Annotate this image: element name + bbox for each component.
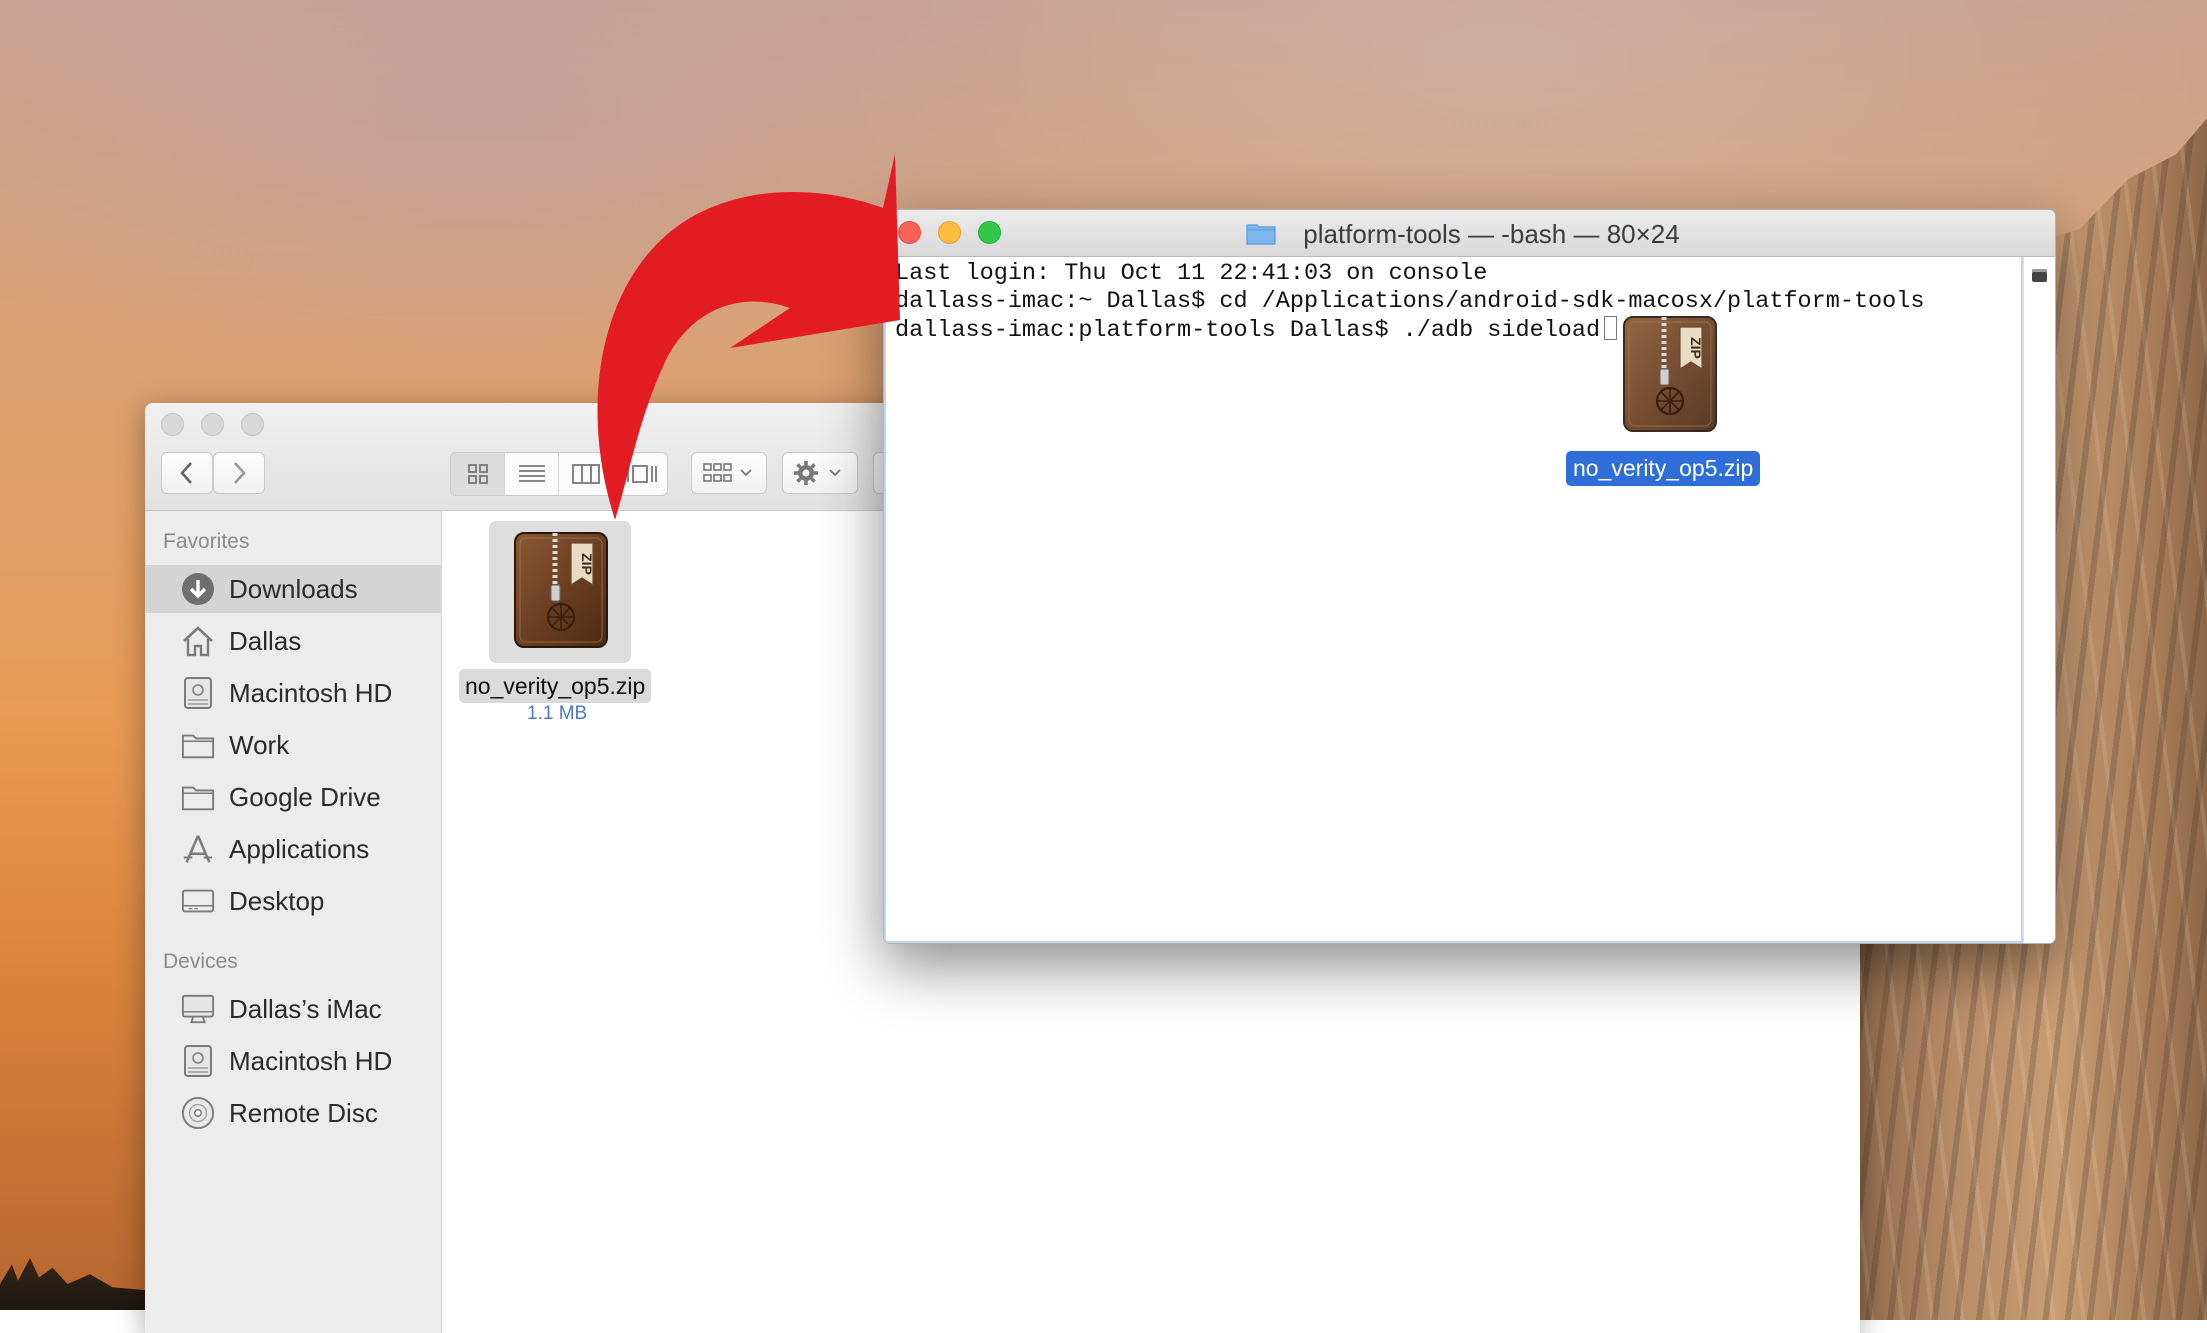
downloads-icon bbox=[181, 572, 215, 606]
folder-icon bbox=[181, 780, 215, 814]
columns-icon bbox=[571, 464, 600, 484]
sidebar-item-remote-disc[interactable]: Remote Disc bbox=[145, 1089, 441, 1137]
column-view-button[interactable] bbox=[559, 453, 613, 495]
back-button[interactable] bbox=[161, 452, 213, 494]
terminal-output: Last login: Thu Oct 11 22:41:03 on conso… bbox=[895, 260, 1924, 345]
applications-icon bbox=[181, 832, 215, 866]
svg-text:ZIP: ZIP bbox=[579, 553, 595, 575]
zoom-button[interactable] bbox=[241, 413, 264, 436]
text-cursor bbox=[1604, 316, 1618, 340]
sidebar-item-work[interactable]: Work bbox=[145, 721, 441, 769]
devices-heading: Devices bbox=[163, 950, 238, 973]
sidebar: Favorites Downloads Dallas Macintosh HD … bbox=[145, 511, 442, 1333]
close-button[interactable] bbox=[161, 413, 184, 436]
minimize-button[interactable] bbox=[201, 413, 224, 436]
sidebar-item-label: Dallas bbox=[229, 625, 302, 656]
arrange-icon bbox=[703, 463, 752, 482]
terminal-title: platform-tools — -bash — 80×24 bbox=[1303, 219, 1680, 249]
zip-archive-icon: ZIP bbox=[1623, 316, 1717, 432]
imac-icon bbox=[181, 992, 215, 1026]
terminal-line: dallass-imac:platform-tools Dallas$ ./ad… bbox=[895, 317, 1601, 344]
disc-icon bbox=[181, 1096, 215, 1130]
sidebar-item-label: Applications bbox=[229, 833, 370, 864]
file-name-label[interactable]: no_verity_op5.zip bbox=[459, 669, 652, 703]
svg-text:ZIP: ZIP bbox=[1688, 337, 1704, 359]
hard-drive-icon bbox=[181, 1044, 215, 1078]
hard-drive-icon bbox=[181, 676, 215, 710]
sidebar-item-label: Work bbox=[229, 729, 290, 760]
terminal-line: dallass-imac:~ Dallas$ cd /Applications/… bbox=[895, 288, 1925, 315]
sidebar-item-dallas-imac[interactable]: Dallas’s iMac bbox=[145, 985, 441, 1033]
cover-flow-button[interactable] bbox=[613, 453, 667, 495]
list-icon bbox=[518, 465, 545, 482]
desktop-folder-icon bbox=[181, 884, 215, 918]
file-size-label: 1.1 MB bbox=[527, 703, 588, 724]
cover-flow-icon bbox=[623, 465, 657, 483]
list-view-button[interactable] bbox=[505, 453, 559, 495]
dragged-file-label: no_verity_op5.zip bbox=[1566, 451, 1761, 486]
forward-button[interactable] bbox=[213, 452, 265, 494]
sidebar-item-downloads[interactable]: Downloads bbox=[145, 565, 441, 613]
folder-icon bbox=[181, 728, 215, 762]
favorites-heading: Favorites bbox=[163, 530, 250, 553]
sidebar-item-label: Dallas’s iMac bbox=[229, 993, 382, 1024]
sidebar-item-label: Downloads bbox=[229, 573, 358, 604]
terminal-window: platform-tools — -bash — 80×24 Last logi… bbox=[883, 209, 2056, 944]
sidebar-item-label: Macintosh HD bbox=[229, 677, 393, 708]
arrange-button[interactable] bbox=[691, 452, 767, 494]
zip-archive-icon: ZIP bbox=[514, 532, 608, 648]
terminal-titlebar[interactable]: platform-tools — -bash — 80×24 bbox=[884, 210, 2055, 257]
terminal-text-area[interactable]: Last login: Thu Oct 11 22:41:03 on conso… bbox=[884, 257, 2023, 943]
sidebar-item-label: Remote Disc bbox=[229, 1097, 378, 1128]
view-mode-selector bbox=[450, 452, 668, 496]
sidebar-item-macintosh-hd-device[interactable]: Macintosh HD bbox=[145, 1037, 441, 1085]
split-view-icon[interactable] bbox=[2032, 269, 2047, 282]
chevron-right-icon bbox=[234, 462, 246, 484]
chevron-left-icon bbox=[180, 462, 192, 484]
sidebar-item-applications[interactable]: Applications bbox=[145, 825, 441, 873]
gear-icon bbox=[794, 461, 841, 485]
icon-view-button[interactable] bbox=[451, 453, 505, 495]
sidebar-item-label: Macintosh HD bbox=[229, 1045, 393, 1076]
sidebar-item-label: Desktop bbox=[229, 885, 325, 916]
sidebar-item-label: Google Drive bbox=[229, 781, 381, 812]
terminal-line: Last login: Thu Oct 11 22:41:03 on conso… bbox=[895, 260, 1488, 287]
action-menu-button[interactable] bbox=[782, 452, 858, 494]
sidebar-item-macintosh-hd[interactable]: Macintosh HD bbox=[145, 669, 441, 717]
grid-icon bbox=[467, 464, 488, 484]
sidebar-item-dallas[interactable]: Dallas bbox=[145, 617, 441, 665]
terminal-scrollbar[interactable] bbox=[2023, 257, 2055, 943]
sidebar-item-desktop[interactable]: Desktop bbox=[145, 877, 441, 925]
home-icon bbox=[181, 624, 215, 658]
sidebar-item-google-drive[interactable]: Google Drive bbox=[145, 773, 441, 821]
